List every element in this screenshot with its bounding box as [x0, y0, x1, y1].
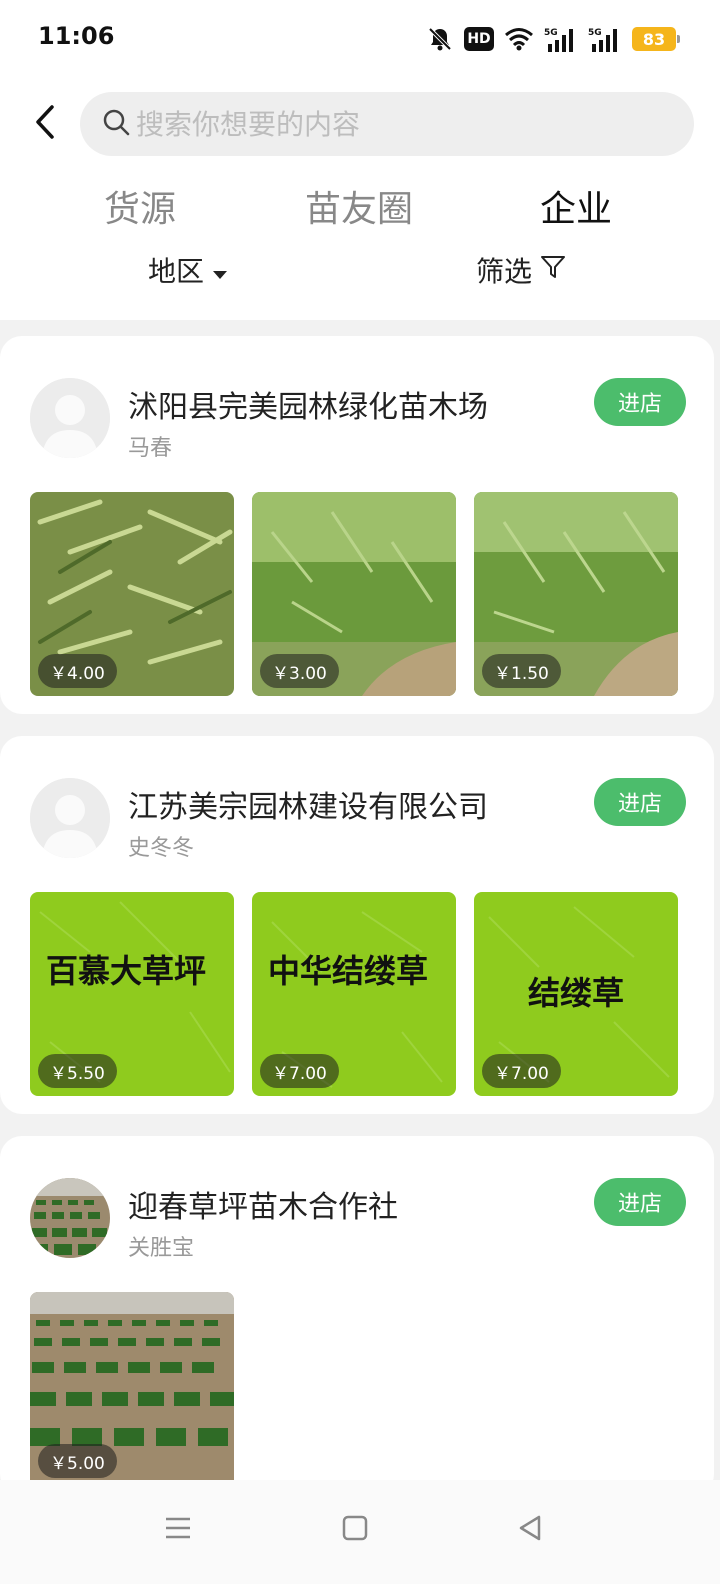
product-thumbnail[interactable]: 结缕草 ￥7.00 — [474, 892, 678, 1096]
product-overlay-text: 中华结缕草 — [268, 952, 429, 990]
price-tag: ￥3.00 — [260, 654, 339, 688]
status-bar: 11:06 HD 5G 5G 83 — [0, 0, 720, 80]
chevron-left-icon — [34, 104, 58, 144]
battery-icon: 83 — [632, 27, 680, 51]
tab-enterprise[interactable]: 企业 — [540, 180, 612, 232]
shop-name: 江苏美宗园林建设有限公司 — [128, 790, 488, 825]
price-tag: ￥5.50 — [38, 1054, 117, 1088]
owner-name: 关胜宝 — [128, 1236, 195, 1261]
svg-text:5G: 5G — [544, 28, 558, 38]
hd-icon: HD — [464, 27, 494, 51]
product-thumbnail[interactable]: ￥1.50 — [474, 492, 678, 696]
product-thumbnail[interactable]: 中华结缕草 ￥7.00 — [252, 892, 456, 1096]
bell-muted-icon — [426, 25, 454, 53]
owner-name: 马春 — [128, 436, 173, 461]
region-filter[interactable]: 地区 — [148, 250, 228, 290]
shop-name: 沭阳县完美园林绿化苗木场 — [128, 390, 488, 425]
wifi-icon — [504, 27, 534, 51]
avatar — [30, 778, 110, 858]
tab-seedling-circle[interactable]: 苗友圈 — [305, 180, 413, 232]
tab-bar: 货源 苗友圈 企业 — [0, 180, 720, 240]
shop-card[interactable]: 迎春草坪苗木合作社 关胜宝 进店 ￥5.00 — [0, 1136, 714, 1496]
enter-shop-button[interactable]: 进店 — [594, 378, 686, 426]
product-thumbnail[interactable]: 百慕大草坪 ￥5.50 — [30, 892, 234, 1096]
status-icons: HD 5G 5G 83 — [426, 22, 680, 56]
system-back-button[interactable] — [506, 1506, 554, 1554]
tab-supply[interactable]: 货源 — [104, 180, 176, 232]
search-icon — [102, 108, 130, 140]
back-triangle-icon — [517, 1514, 543, 1546]
avatar — [30, 378, 110, 458]
region-filter-label: 地区 — [148, 255, 205, 288]
filter-bar: 地区 筛选 — [0, 250, 720, 300]
product-thumbnail[interactable]: ￥4.00 — [30, 492, 234, 696]
signal-5g-icon: 5G — [588, 26, 622, 52]
product-thumbnail[interactable]: ￥3.00 — [252, 492, 456, 696]
signal-5g-icon: 5G — [544, 26, 578, 52]
header: 货源 苗友圈 企业 地区 筛选 — [0, 80, 720, 320]
search-input[interactable] — [136, 107, 656, 141]
menu-icon — [164, 1516, 192, 1544]
product-overlay-text: 百慕大草坪 — [46, 952, 207, 990]
home-square-icon — [342, 1515, 368, 1545]
price-tag: ￥1.50 — [482, 654, 561, 688]
price-tag: ￥7.00 — [482, 1054, 561, 1088]
product-overlay-text: 结缕草 — [527, 974, 624, 1012]
screen-filter-label: 筛选 — [476, 255, 533, 288]
status-time: 11:06 — [38, 22, 115, 50]
menu-button[interactable] — [154, 1506, 202, 1554]
avatar — [30, 1178, 110, 1258]
funnel-icon — [540, 254, 566, 287]
shop-name: 迎春草坪苗木合作社 — [128, 1190, 398, 1225]
svg-text:5G: 5G — [588, 28, 602, 38]
search-bar[interactable] — [80, 92, 694, 156]
enter-shop-button[interactable]: 进店 — [594, 1178, 686, 1226]
price-tag: ￥7.00 — [260, 1054, 339, 1088]
shop-card[interactable]: 沭阳县完美园林绿化苗木场 马春 进店 ￥4.00 ￥3.00 ￥1.50 — [0, 336, 714, 714]
owner-name: 史冬冬 — [128, 836, 195, 861]
caret-down-icon — [212, 254, 228, 287]
price-tag: ￥4.00 — [38, 654, 117, 688]
enter-shop-button[interactable]: 进店 — [594, 778, 686, 826]
system-nav-bar — [0, 1480, 720, 1584]
screen-filter[interactable]: 筛选 — [476, 250, 566, 290]
shop-card[interactable]: 江苏美宗园林建设有限公司 史冬冬 进店 百慕大草坪 ￥5.50 中华结缕草 ￥7… — [0, 736, 714, 1114]
price-tag: ￥5.00 — [38, 1444, 117, 1478]
product-thumbnail[interactable]: ￥5.00 — [30, 1292, 234, 1480]
back-button[interactable] — [24, 100, 68, 148]
home-button[interactable] — [331, 1506, 379, 1554]
